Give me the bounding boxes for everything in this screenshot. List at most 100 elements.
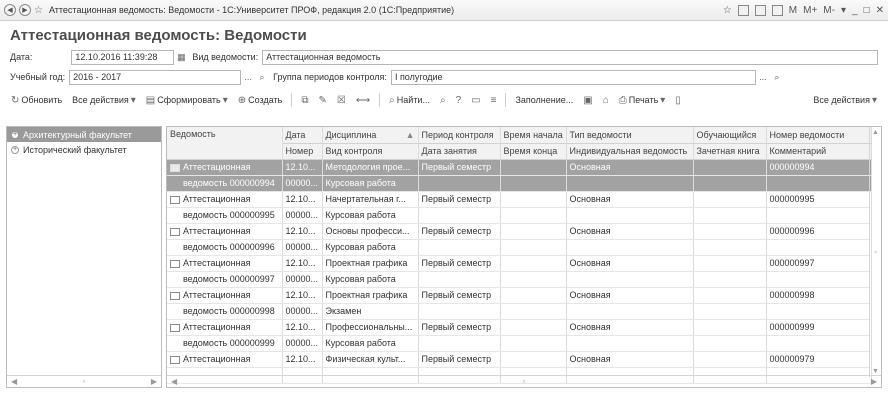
folder-icon[interactable]: ▭ [468,93,483,108]
cell-student[interactable] [693,191,767,208]
period-search-icon[interactable]: ⌕ [770,70,784,84]
cell-discipline[interactable]: Методология прое... [322,159,419,176]
cell-lesson-date[interactable] [418,175,501,192]
favorite-icon[interactable]: ☆ [723,5,732,16]
date-field[interactable]: 12.10.2016 11:39:28 [71,49,175,65]
scroll-thumb-icon[interactable]: ▫ [83,377,86,386]
cell-docnum[interactable]: 000000994 [766,159,872,176]
col-header[interactable]: Номер [282,143,323,160]
cell-document-line2[interactable]: ведомость 000000996 [167,239,283,256]
copy-icon[interactable]: ⧉ [298,93,311,108]
cell-date[interactable]: 12.10... [282,191,323,208]
cell-type[interactable]: Основная [566,319,694,336]
calendar-icon[interactable] [771,4,783,16]
table-row-sub[interactable]: ведомость 000000996 00000... Курсовая рабо… [167,239,872,256]
cell-period[interactable]: Первый семестр [418,159,501,176]
col-header[interactable]: Время конца [500,143,567,160]
cell-individual[interactable] [566,335,694,352]
cell-record-book[interactable] [693,239,767,256]
memory-plus-button[interactable]: M+ [803,5,817,16]
cell-document[interactable]: Аттестационная [167,159,283,176]
cell-type[interactable]: Основная [566,159,694,176]
cell-record-book[interactable] [693,207,767,224]
all-actions-button[interactable]: Все действия ▾ [69,93,139,108]
scroll-right-icon[interactable]: ▶ [871,377,877,386]
cell-end-time[interactable] [500,207,567,224]
cell-individual[interactable] [566,303,694,320]
cell-student[interactable] [693,255,767,272]
calc-icon[interactable] [754,4,766,16]
cell-discipline[interactable]: Основы професси... [322,223,419,240]
cell-date[interactable]: 12.10... [282,319,323,336]
scroll-right-icon[interactable]: ▶ [151,377,157,386]
table-row-sub[interactable]: ведомость 000000997 00000... Курсовая рабо… [167,271,872,288]
scroll-up-icon[interactable]: ▲ [872,129,879,136]
cell-student[interactable] [693,159,767,176]
cell-date[interactable]: 12.10... [282,351,323,368]
link-icon[interactable]: ⟷ [353,93,373,108]
scroll-thumb-icon[interactable]: ▫ [523,377,526,386]
cell-document[interactable]: Аттестационная [167,223,283,240]
scroll-left-icon[interactable]: ◀ [171,377,177,386]
close-icon[interactable]: ✕ [876,5,884,16]
cell-type[interactable]: Основная [566,223,694,240]
refresh-button[interactable]: ↻ Обновить [8,93,65,108]
cell-record-book[interactable] [693,303,767,320]
cell-lesson-date[interactable] [418,335,501,352]
cell-comment[interactable] [766,175,872,192]
cell-comment[interactable] [766,207,872,224]
year-search-icon[interactable]: ⌕ [255,70,269,84]
cell-document[interactable]: Аттестационная [167,351,283,368]
period-select-button[interactable]: ... [756,70,770,84]
cell-discipline[interactable]: Проектная графика [322,255,419,272]
cell-student[interactable] [693,223,767,240]
table-row-sub[interactable]: ведомость 000000994 00000... Курсовая рабо… [167,175,872,192]
cell-docnum[interactable]: 000000997 [766,255,872,272]
cell-end-time[interactable] [500,335,567,352]
list-icon[interactable]: ≡ [488,93,500,108]
cell-document[interactable]: Аттестационная [167,255,283,272]
year-field[interactable]: 2016 - 2017 [69,69,242,85]
cell-record-book[interactable] [693,271,767,288]
cell-document-line2[interactable]: ведомость 000000995 [167,207,283,224]
table-row[interactable]: Аттестационная 12.10... Профессиональны...… [167,319,872,336]
cell-individual[interactable] [566,271,694,288]
cell-docnum[interactable]: 000000995 [766,191,872,208]
cell-period[interactable]: Первый семестр [418,191,501,208]
tree-item[interactable]: + Исторический факультет [7,142,161,157]
archive-icon[interactable]: ⌂ [600,93,612,108]
cell-number[interactable]: 00000... [282,175,323,192]
cell-number[interactable]: 00000... [282,303,323,320]
cell-lesson-date[interactable] [418,239,501,256]
cell-individual[interactable] [566,207,694,224]
fill-button[interactable]: Заполнение... [512,93,576,107]
cell-lesson-date[interactable] [418,271,501,288]
year-select-button[interactable]: ... [241,70,255,84]
table-row[interactable]: Аттестационная 12.10... Методология прое..… [167,159,872,176]
cell-lesson-date[interactable] [418,303,501,320]
cell-control-kind[interactable]: Курсовая работа [322,271,419,288]
col-header[interactable]: Номер ведомости [766,127,872,144]
cell-start-time[interactable] [500,255,567,272]
table-row[interactable]: Аттестационная 12.10... Начертательная г..… [167,191,872,208]
maximize-icon[interactable]: □ [864,5,870,16]
expand-icon[interactable]: + [11,145,19,154]
favorite-star-icon[interactable]: ☆ [34,5,43,16]
type-field[interactable]: Аттестационная ведомость [262,49,878,65]
cell-docnum[interactable]: 000000979 [766,351,872,368]
cell-start-time[interactable] [500,159,567,176]
cell-student[interactable] [693,351,767,368]
all-actions-right-button[interactable]: Все действия ▾ [810,93,880,108]
cancel-search-icon[interactable]: ⌕ [437,93,449,108]
cell-discipline[interactable]: Физическая культ... [322,351,419,368]
cell-number[interactable]: 00000... [282,271,323,288]
tree-hscrollbar[interactable]: ◀ ▫ ▶ [7,375,161,387]
dropdown-icon[interactable]: ▾ [841,5,846,16]
expand-icon[interactable]: + [11,130,19,139]
col-header[interactable]: Период контроля [418,127,501,144]
cell-end-time[interactable] [500,175,567,192]
cell-end-time[interactable] [500,303,567,320]
cell-start-time[interactable] [500,223,567,240]
col-header[interactable]: Индивидуальная ведомость [566,143,694,160]
cell-lesson-date[interactable] [418,207,501,224]
